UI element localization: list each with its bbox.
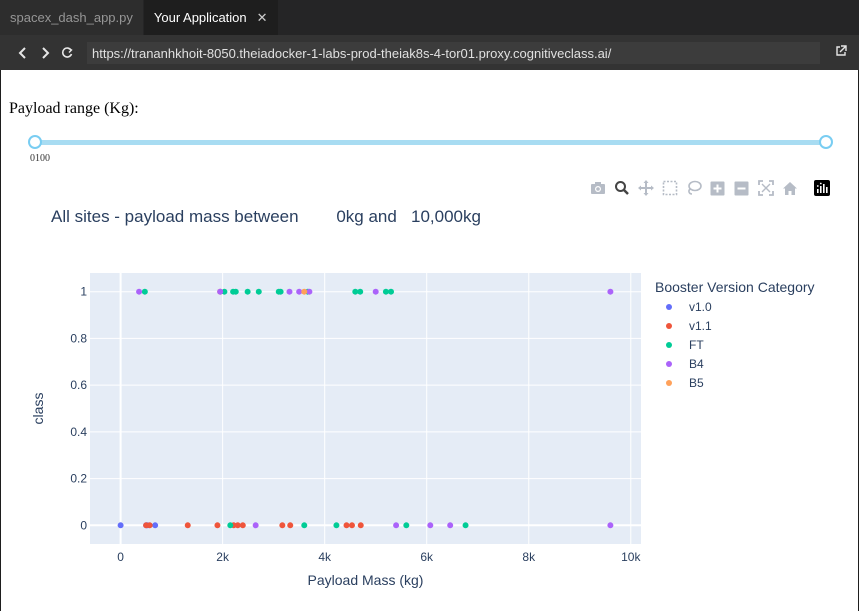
data-point-b4	[286, 288, 293, 295]
data-point-b4	[607, 288, 614, 295]
data-point-ft	[277, 288, 284, 295]
close-icon[interactable]: ✕	[257, 10, 268, 26]
data-point-b4	[252, 522, 259, 529]
legend-item-v1-0[interactable]: v1.0	[666, 299, 712, 315]
legend-item-b5[interactable]: B5	[666, 375, 704, 391]
chevron-right-icon[interactable]	[34, 42, 56, 64]
y-tick-label: 0.2	[70, 472, 87, 486]
data-point-ft	[357, 288, 364, 295]
data-point-ft	[462, 522, 469, 529]
data-point-v1-1	[279, 522, 286, 529]
data-point-b4	[217, 288, 224, 295]
plot-area	[90, 273, 641, 544]
chevron-left-icon[interactable]	[12, 42, 34, 64]
legend-item-b4[interactable]: B4	[666, 356, 704, 372]
tab-bar: spacex_dash_app.py Your Application ✕	[0, 0, 859, 35]
legend-label: FT	[689, 338, 704, 352]
data-point-ft	[244, 288, 251, 295]
legend-marker	[666, 342, 672, 348]
data-point-ft	[333, 522, 340, 529]
scatter-chart[interactable]: 0 0.2 0.4 0.6 0.8 1 0 2k 4k 6k 8k 10k Payload Mass (…	[1, 70, 858, 611]
legend-title: Booster Version Category	[655, 279, 815, 295]
data-point-v1-0	[152, 522, 159, 529]
legend-item-ft[interactable]: FT	[666, 337, 704, 353]
y-tick-label: 0.8	[70, 331, 87, 345]
data-point-ft	[232, 288, 239, 295]
legend-marker	[666, 323, 672, 329]
data-point-b4	[427, 522, 434, 529]
data-point-ft	[301, 522, 308, 529]
y-tick-label: 0.6	[70, 378, 87, 392]
tab-label: spacex_dash_app.py	[10, 10, 133, 25]
url-input[interactable]: https://trananhkhoit-8050.theiadocker-1-…	[87, 42, 820, 64]
app-content: Payload range (Kg): 0100 All sites - pay…	[1, 70, 858, 611]
data-point-v1-1	[357, 522, 364, 529]
data-point-v1-1	[214, 522, 221, 529]
open-external-icon[interactable]	[835, 44, 847, 62]
data-point-v1-1	[348, 522, 355, 529]
data-point-ft	[382, 288, 389, 295]
data-point-ft	[255, 288, 262, 295]
data-point-ft	[141, 288, 148, 295]
data-point-b4	[447, 522, 454, 529]
tab-spacex-dash-app[interactable]: spacex_dash_app.py	[0, 0, 144, 35]
x-tick-label: 6k	[420, 550, 434, 564]
y-tick-label: 0.4	[70, 425, 87, 439]
legend-label: v1.0	[689, 300, 712, 314]
data-point-v1-1	[239, 522, 246, 529]
data-point-b4	[296, 288, 303, 295]
y-tick-label: 0	[80, 518, 87, 532]
data-point-v1-1	[343, 522, 350, 529]
tab-your-application[interactable]: Your Application ✕	[143, 0, 279, 35]
y-axis-label: class	[30, 393, 46, 425]
data-point-v1-1	[287, 522, 294, 529]
tab-label: Your Application	[153, 10, 247, 25]
x-tick-label: 2k	[216, 550, 230, 564]
legend-marker	[666, 380, 672, 386]
legend-item-v1-1[interactable]: v1.1	[666, 318, 712, 334]
data-point-v1-0	[117, 522, 124, 529]
legend-label: B5	[689, 376, 704, 390]
reload-icon[interactable]	[56, 42, 78, 64]
data-point-b4	[393, 522, 400, 529]
data-point-v1-1	[146, 522, 153, 529]
data-point-ft	[403, 522, 410, 529]
browser-toolbar: https://trananhkhoit-8050.theiadocker-1-…	[0, 35, 859, 70]
legend-marker	[666, 304, 672, 310]
data-point-b4	[306, 288, 313, 295]
data-point-b4	[607, 522, 614, 529]
data-point-b4	[372, 288, 379, 295]
data-point-v1-1	[184, 522, 191, 529]
data-point-ft	[227, 522, 234, 529]
legend-label: v1.1	[689, 319, 712, 333]
data-point-ft	[388, 288, 395, 295]
x-tick-label: 4k	[318, 550, 332, 564]
data-point-b4	[136, 288, 143, 295]
y-tick-label: 1	[80, 285, 87, 299]
x-tick-label: 8k	[522, 550, 536, 564]
legend-marker	[666, 361, 672, 367]
x-tick-label: 0	[117, 550, 124, 564]
x-tick-label: 10k	[621, 550, 641, 564]
x-axis-label: Payload Mass (kg)	[308, 572, 424, 588]
legend-label: B4	[689, 357, 704, 371]
data-point-b5	[301, 288, 308, 295]
